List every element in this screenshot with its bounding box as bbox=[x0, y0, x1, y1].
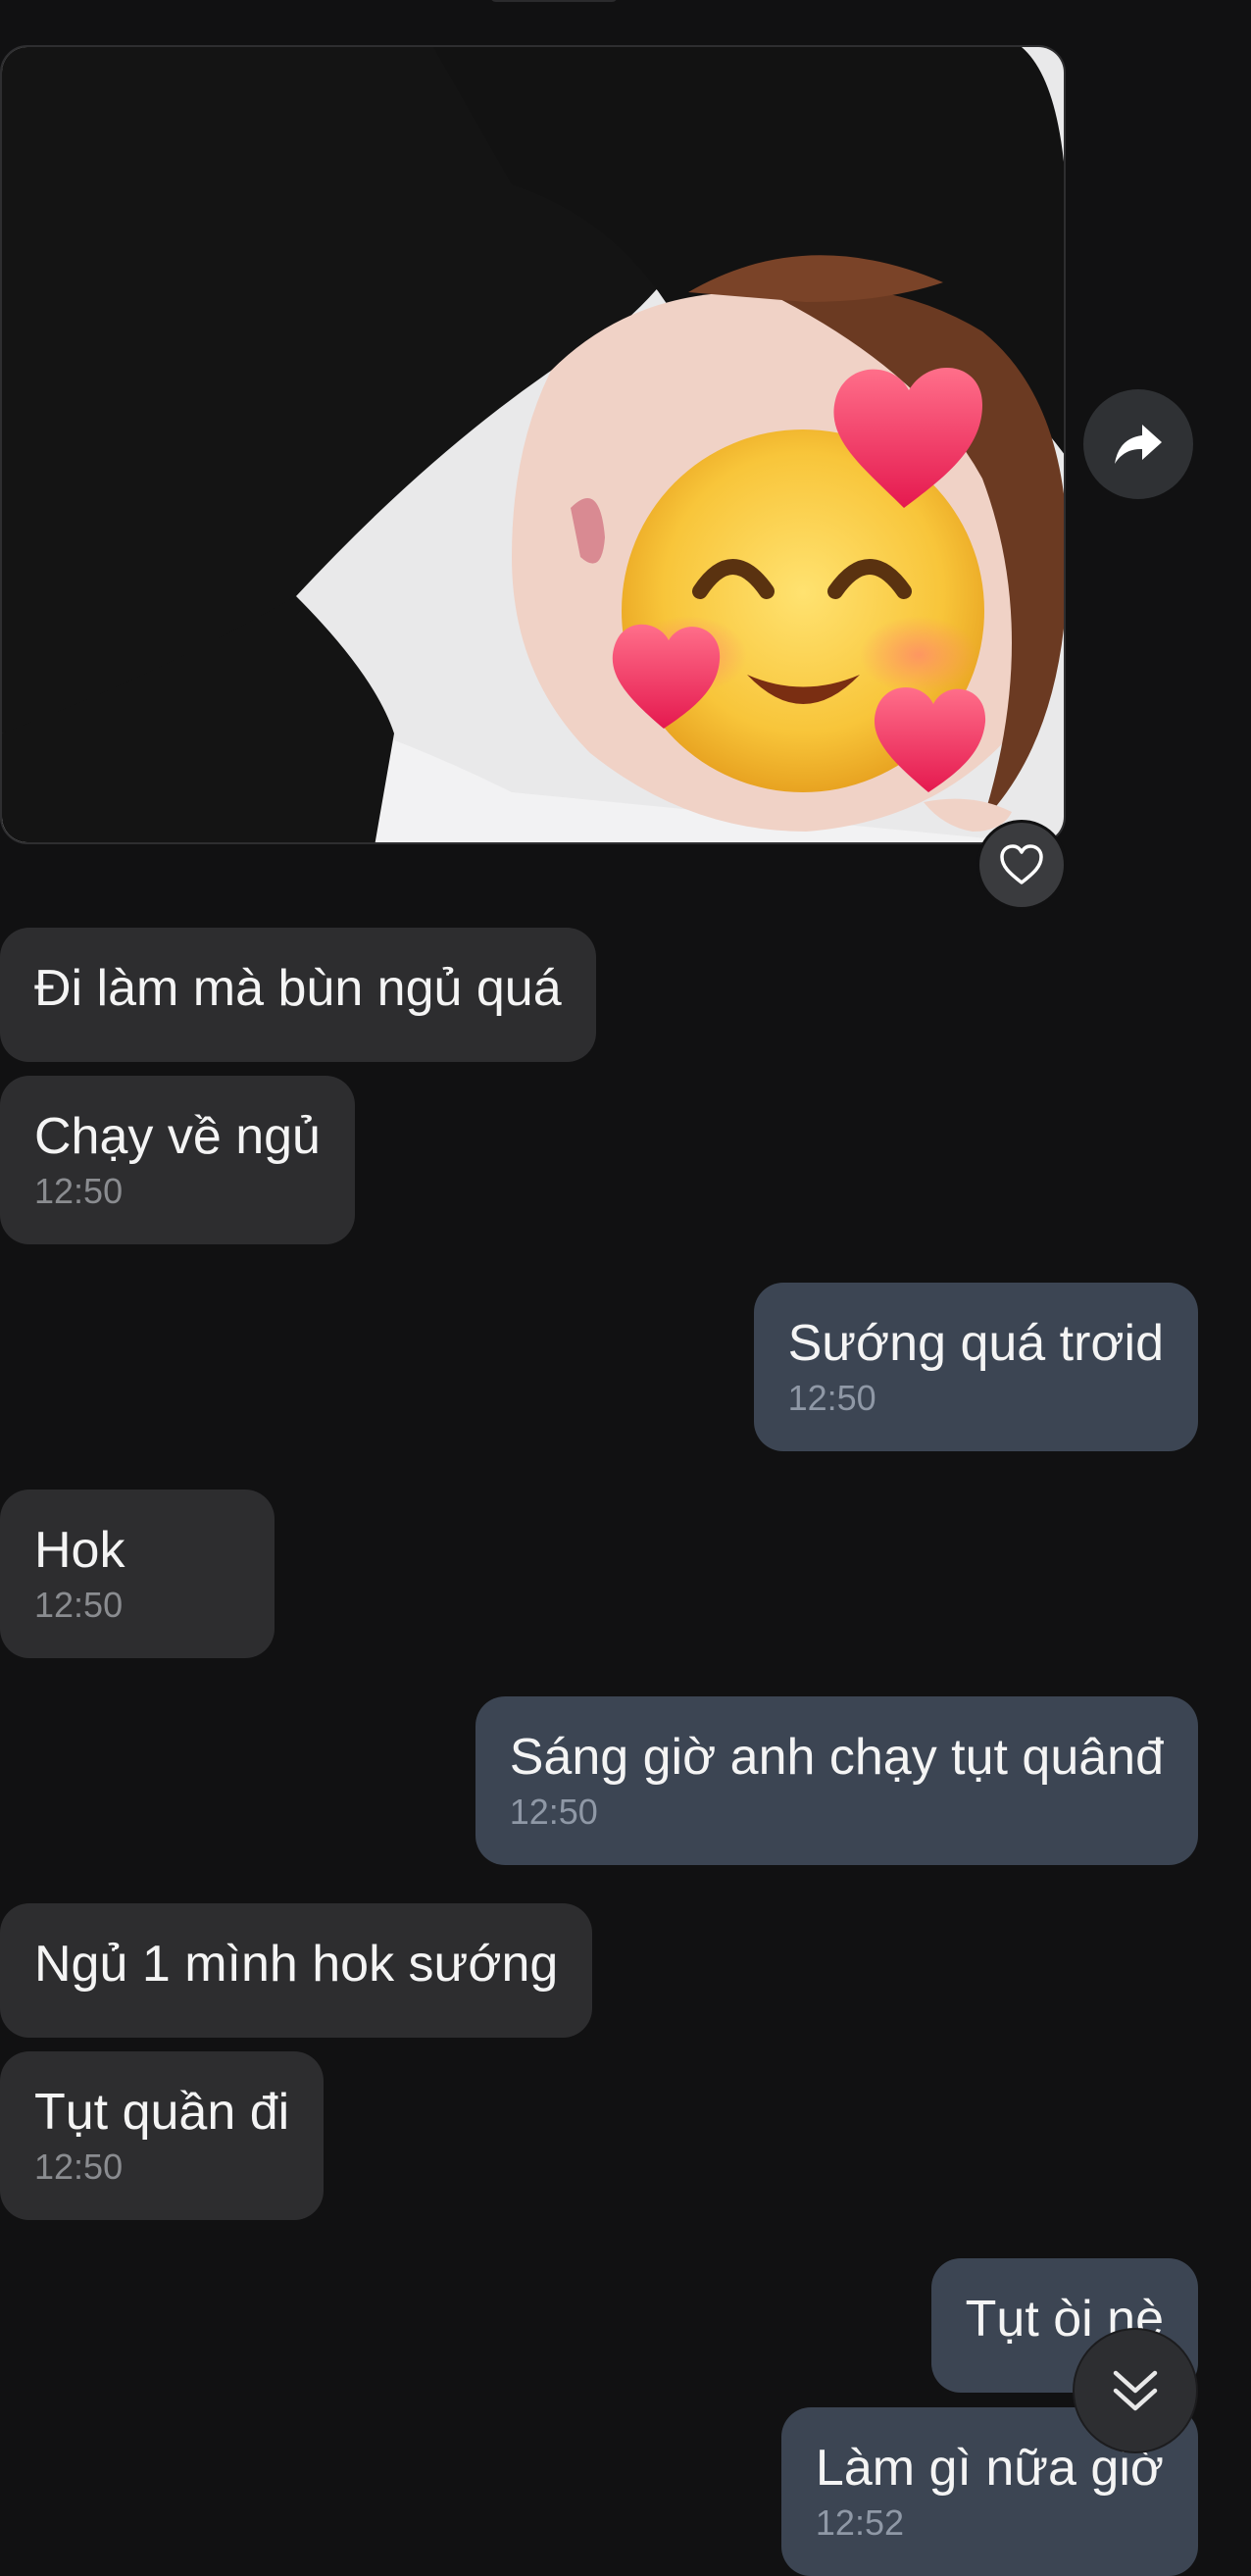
incoming-message[interactable]: Hok 12:50 bbox=[0, 1490, 275, 1658]
photo-image bbox=[2, 47, 1064, 842]
incoming-message[interactable]: Đi làm mà bùn ngủ quá bbox=[0, 928, 596, 1062]
double-chevron-down-icon bbox=[1113, 2370, 1158, 2411]
message-text: Ngủ 1 mình hok sướng bbox=[34, 1936, 559, 1993]
shared-photo[interactable] bbox=[0, 45, 1066, 844]
message-text: Làm gì nữa giờ bbox=[815, 2440, 1164, 2497]
message-timestamp: 12:50 bbox=[509, 1792, 598, 1832]
scroll-to-bottom-button[interactable] bbox=[1075, 2330, 1196, 2451]
message-text: Sướng quá trơid bbox=[787, 1315, 1164, 1372]
previous-message-edge bbox=[490, 0, 618, 2]
like-button[interactable] bbox=[976, 820, 1067, 910]
message-timestamp: 12:50 bbox=[787, 1378, 876, 1418]
incoming-message[interactable]: Chạy về ngủ 12:50 bbox=[0, 1076, 355, 1244]
heart-outline-icon bbox=[1000, 844, 1043, 884]
share-button[interactable] bbox=[1083, 389, 1193, 499]
message-text: Hok bbox=[34, 1522, 125, 1579]
share-forward-icon bbox=[1115, 425, 1162, 464]
message-text: Chạy về ngủ bbox=[34, 1108, 321, 1165]
message-timestamp: 12:50 bbox=[34, 1171, 124, 1211]
message-timestamp: 12:50 bbox=[34, 2147, 124, 2187]
message-timestamp: 12:52 bbox=[815, 2502, 904, 2543]
message-text: Sáng giờ anh chạy tụt quânđ bbox=[509, 1729, 1164, 1786]
message-text: Đi làm mà bùn ngủ quá bbox=[34, 960, 562, 1017]
message-text: Tụt quần đi bbox=[34, 2084, 290, 2141]
message-timestamp: 12:50 bbox=[34, 1585, 124, 1625]
outgoing-message[interactable]: Sáng giờ anh chạy tụt quânđ 12:50 bbox=[475, 1696, 1198, 1865]
incoming-message[interactable]: Ngủ 1 mình hok sướng bbox=[0, 1903, 593, 2038]
incoming-message[interactable]: Tụt quần đi 12:50 bbox=[0, 2051, 325, 2220]
outgoing-message[interactable]: Sướng quá trơid 12:50 bbox=[753, 1283, 1198, 1451]
